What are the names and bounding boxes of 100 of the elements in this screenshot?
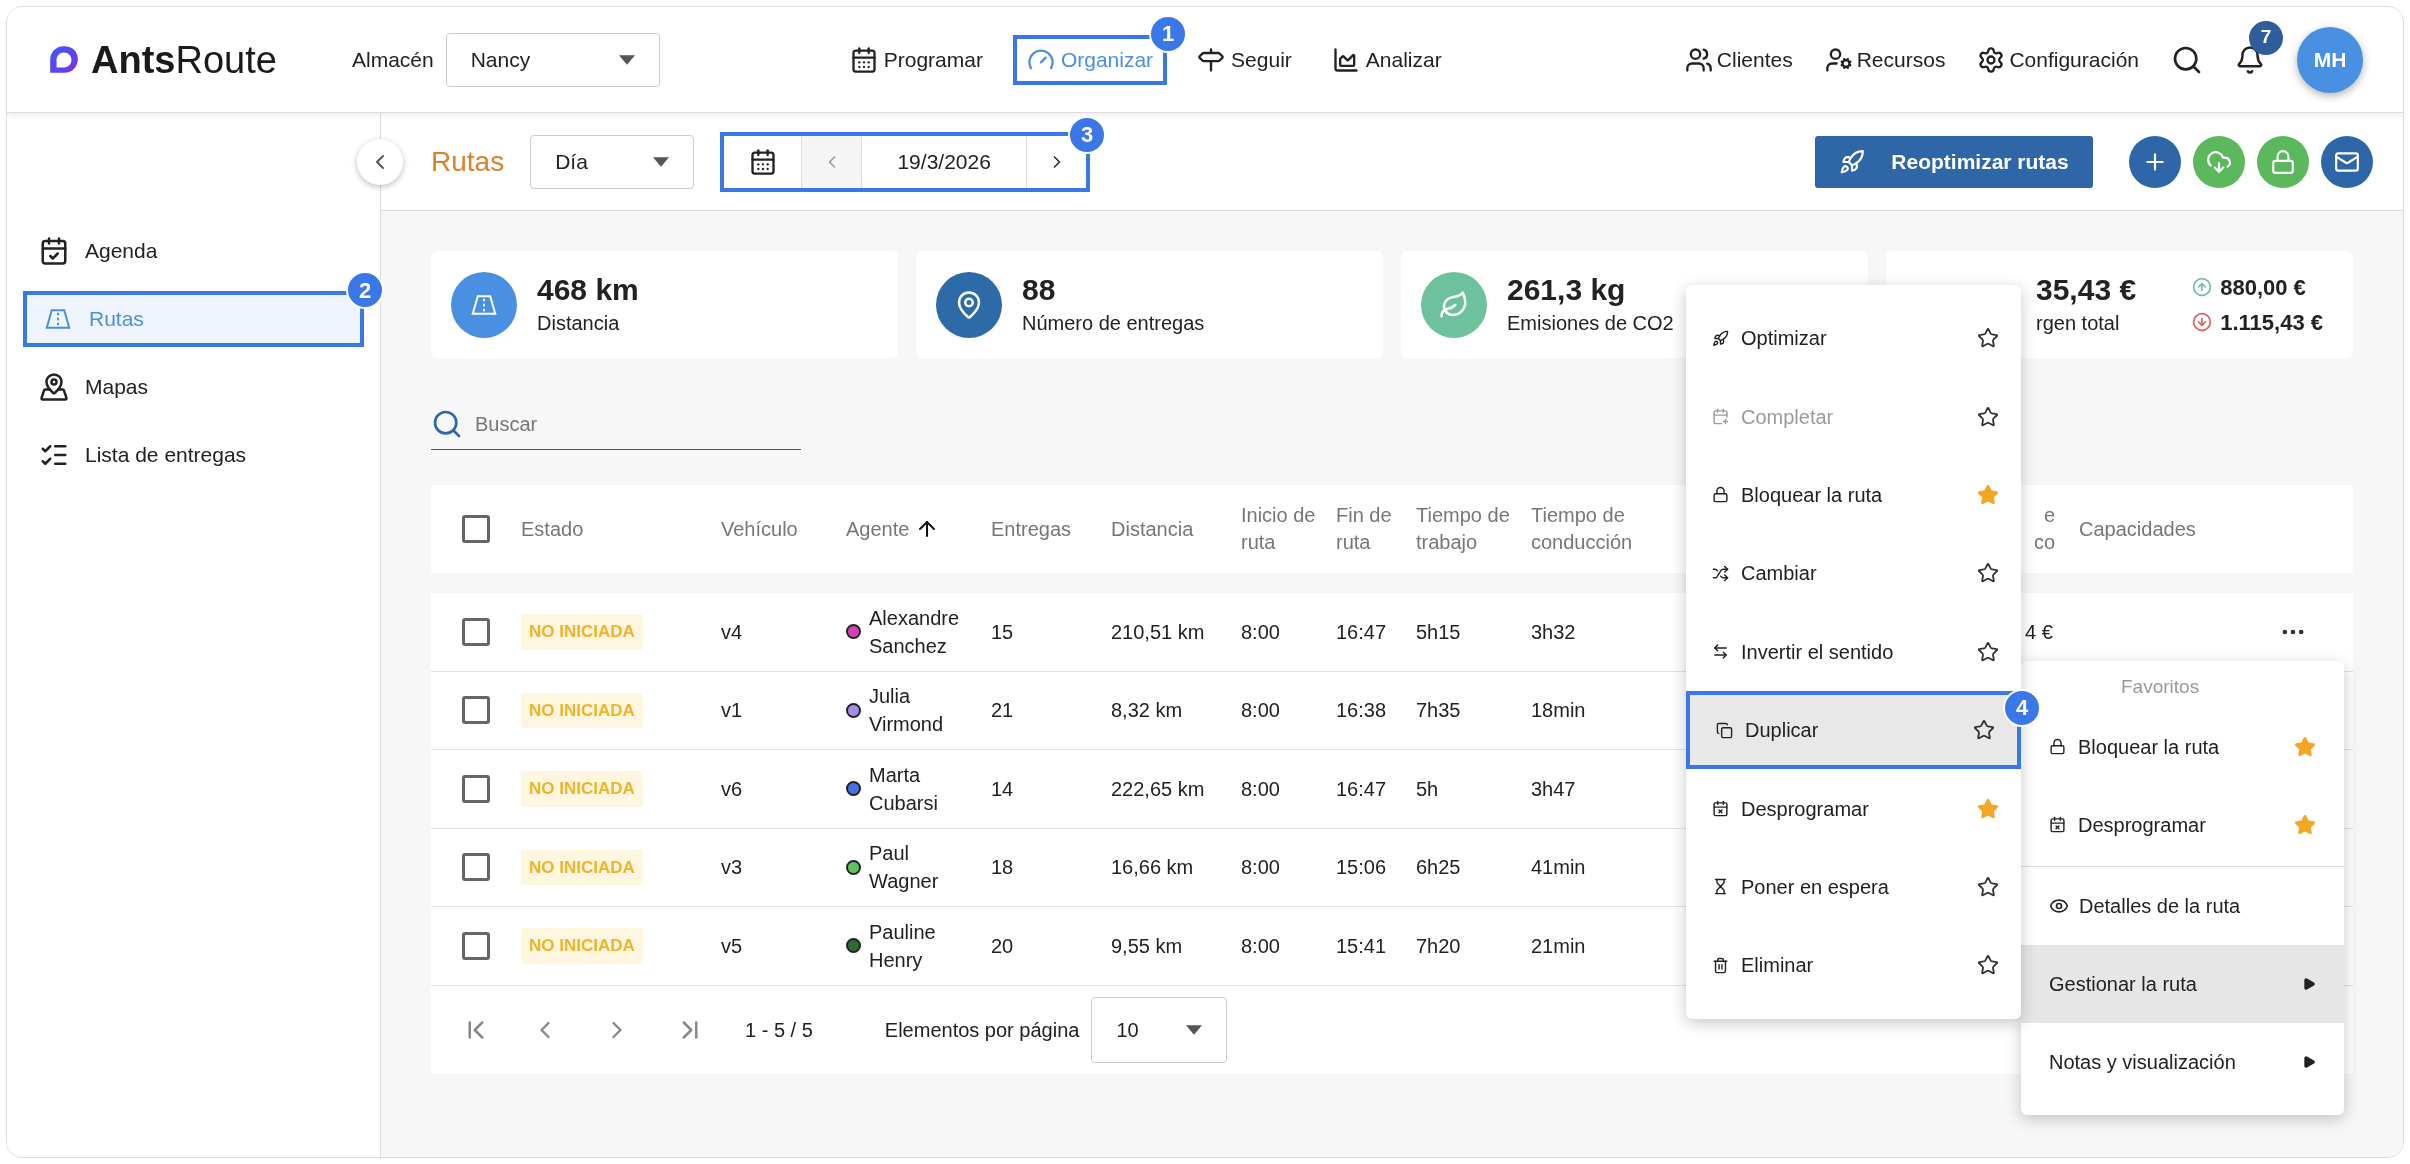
- search-field[interactable]: Buscar: [475, 408, 801, 439]
- menu-item[interactable]: Cambiar: [1686, 534, 2021, 613]
- menu-label: Desprogramar: [2078, 812, 2207, 838]
- checkbox[interactable]: [462, 774, 490, 803]
- menu-item[interactable]: Bloquear la ruta: [1686, 455, 2021, 535]
- table-cell-text: 16:47: [1336, 776, 1388, 802]
- area-chart-icon: [1331, 45, 1360, 74]
- menu-label: Bloquear la ruta: [1741, 482, 1884, 508]
- per-page-select[interactable]: 10: [1091, 996, 1228, 1063]
- users-icon: [1684, 45, 1713, 74]
- menu-label: Poner en espera: [1741, 874, 1890, 900]
- table-cell-text: 15:06: [1336, 855, 1388, 881]
- star-icon[interactable]: [1977, 797, 1999, 820]
- menu-label: Invertir el sentido: [1741, 639, 1895, 665]
- menu-item[interactable]: Poner en espera: [1686, 847, 2021, 927]
- star-icon[interactable]: [2294, 735, 2316, 758]
- star-icon[interactable]: [1977, 483, 1999, 506]
- status-tag: NO INICIADA: [521, 849, 643, 885]
- logo-text: AntsRoute: [91, 40, 277, 79]
- column-header[interactable]: Estado: [521, 515, 584, 543]
- user-gear-icon: [1824, 45, 1853, 74]
- menu-label: Eliminar: [1741, 953, 1815, 979]
- checkbox[interactable]: [462, 617, 490, 646]
- table-cell-text: 3h32: [1531, 619, 1577, 645]
- reoptimize-button[interactable]: Reoptimizar rutas: [1815, 135, 2093, 188]
- agent-name: Pauline Henry: [869, 919, 937, 973]
- column-header[interactable]: Fin de ruta: [1336, 502, 1408, 556]
- table-cell-text: 41min: [1531, 855, 1587, 881]
- column-header[interactable]: Tiempo de trabajo: [1416, 502, 1521, 556]
- table-cell-text: 16:47: [1336, 619, 1388, 645]
- nav-tab[interactable]: Programar: [839, 34, 993, 85]
- menu-item[interactable]: Detalles de la ruta: [2021, 866, 2344, 945]
- notification-count: 7: [2249, 20, 2283, 55]
- arrow-up-icon: [2192, 277, 2213, 297]
- star-icon[interactable]: [1977, 954, 1999, 977]
- leaf-icon: [1439, 289, 1469, 320]
- column-header[interactable]: Tiempo de conducción: [1531, 502, 1636, 556]
- column-header[interactable]: Entregas: [991, 515, 1072, 543]
- menu-item[interactable]: Invertir el sentido: [1686, 612, 2021, 691]
- arrow-down-icon: [2192, 312, 2213, 332]
- hourglass-icon: [1712, 878, 1729, 896]
- kpi-label: Distancia: [537, 311, 621, 337]
- table-cell-text: 8:00: [1241, 933, 1281, 959]
- warehouse-label: Almacén: [352, 46, 434, 73]
- table-cell-text: 14: [991, 776, 1015, 802]
- menu-item[interactable]: Optimizar: [1686, 299, 2021, 378]
- calendar-plus-icon: [1712, 408, 1729, 426]
- star-icon[interactable]: [1973, 719, 1995, 742]
- signpost-icon: [1197, 45, 1226, 74]
- star-icon[interactable]: [1977, 327, 1999, 350]
- table-cell-text: 16,66 km: [1111, 855, 1195, 881]
- tool-link[interactable]: Recursos: [1824, 43, 1946, 76]
- star-icon[interactable]: [1977, 875, 1999, 898]
- kpi-label: Número de entregas: [1022, 311, 1205, 337]
- add-button[interactable]: [2129, 135, 2181, 188]
- column-header[interactable]: Capacidades: [2079, 515, 2196, 543]
- calendar-icon: [748, 147, 777, 176]
- kpi-label: Emisiones de CO2: [1507, 311, 1674, 337]
- sidebar-item[interactable]: Mapas: [23, 359, 364, 415]
- mail-button[interactable]: [2321, 135, 2373, 188]
- menu-item[interactable]: Notas y visualización: [2021, 1022, 2344, 1101]
- menu-item[interactable]: Gestionar la ruta: [2021, 944, 2344, 1023]
- star-icon[interactable]: [1977, 640, 1999, 663]
- cost-value: 1.115,43 €: [2220, 308, 2323, 337]
- menu-item[interactable]: Eliminar: [1686, 926, 2021, 1005]
- star-icon[interactable]: [1977, 562, 1999, 585]
- sidebar-item[interactable]: Lista de entregas: [23, 427, 364, 483]
- checkbox[interactable]: [462, 515, 490, 543]
- checkbox[interactable]: [462, 931, 490, 960]
- checkbox[interactable]: [462, 853, 490, 882]
- column-header[interactable]: Agente: [846, 515, 910, 543]
- status-tag: NO INICIADA: [521, 928, 643, 964]
- menu-item[interactable]: Desprogramar: [2021, 785, 2344, 864]
- menu-label: Duplicar: [1745, 718, 1820, 744]
- nav-tab[interactable]: Seguir: [1187, 34, 1302, 85]
- period-select[interactable]: Día: [530, 134, 695, 189]
- column-header[interactable]: Distancia: [1111, 515, 1194, 543]
- table-cell-text: 16:38: [1336, 698, 1388, 724]
- section-heading: Favoritos: [2121, 676, 2200, 697]
- warehouse-select[interactable]: Nancy: [445, 32, 660, 87]
- tool-link[interactable]: Clientes: [1684, 43, 1793, 76]
- tool-link[interactable]: Configuración: [1977, 43, 2139, 76]
- table-cell-text: 8:00: [1241, 698, 1281, 724]
- table-cell-text: 8,32 km: [1111, 698, 1184, 724]
- kpi-value: 35,43 €: [2036, 271, 2137, 308]
- nav-tab[interactable]: Analizar: [1321, 34, 1452, 85]
- table-cell-text: 222,65 km: [1111, 776, 1206, 802]
- menu-label: Detalles de la ruta: [2079, 893, 2242, 919]
- kpi-value: 468 km: [537, 271, 639, 308]
- column-header[interactable]: Vehículo: [721, 515, 798, 543]
- status-tag: NO INICIADA: [521, 614, 643, 650]
- table-cell-text: 21: [991, 698, 1015, 724]
- column-header[interactable]: Inicio de ruta: [1241, 502, 1328, 556]
- checkbox[interactable]: [462, 696, 490, 725]
- table-cell-text: 6h25: [1416, 855, 1462, 881]
- bell-icon[interactable]: [2235, 44, 2265, 75]
- table-cell-text: 5h15: [1416, 619, 1462, 645]
- column-header[interactable]: e co: [2025, 502, 2055, 556]
- star-icon[interactable]: [2294, 813, 2316, 836]
- menu-item[interactable]: Desprogramar: [1686, 769, 2021, 848]
